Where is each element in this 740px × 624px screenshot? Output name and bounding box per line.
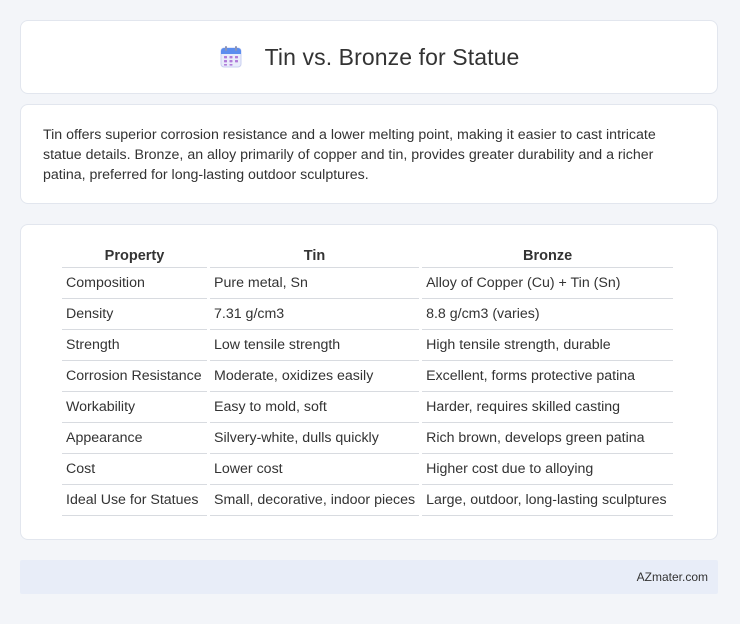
- footer: AZmater.com: [20, 560, 718, 594]
- title-wrap: Tin vs. Bronze for Statue: [219, 44, 520, 71]
- tin-cell: Small, decorative, indoor pieces: [210, 485, 420, 516]
- bronze-cell: Excellent, forms protective patina: [422, 361, 674, 392]
- property-cell: Density: [62, 299, 207, 330]
- tin-cell: Easy to mold, soft: [210, 392, 420, 423]
- title-card: Tin vs. Bronze for Statue: [20, 20, 718, 94]
- tin-cell: Silvery-white, dulls quickly: [210, 423, 420, 454]
- property-cell: Corrosion Resistance: [62, 361, 207, 392]
- property-cell: Strength: [62, 330, 207, 361]
- tin-cell: Pure metal, Sn: [210, 268, 420, 299]
- property-cell: Appearance: [62, 423, 207, 454]
- comparison-table: Property Tin Bronze Composition Pure met…: [59, 245, 676, 516]
- property-cell: Workability: [62, 392, 207, 423]
- property-cell: Ideal Use for Statues: [62, 485, 207, 516]
- footer-site-link[interactable]: AZmater.com: [637, 570, 708, 584]
- column-header-tin: Tin: [210, 245, 420, 268]
- bronze-cell: High tensile strength, durable: [422, 330, 674, 361]
- table-header-row: Property Tin Bronze: [62, 245, 674, 268]
- table-row: Composition Pure metal, Sn Alloy of Copp…: [62, 268, 674, 299]
- bronze-cell: Alloy of Copper (Cu) + Tin (Sn): [422, 268, 674, 299]
- tin-cell: 7.31 g/cm3: [210, 299, 420, 330]
- bronze-cell: 8.8 g/cm3 (varies): [422, 299, 674, 330]
- tin-cell: Lower cost: [210, 454, 420, 485]
- bronze-cell: Large, outdoor, long-lasting sculptures: [422, 485, 674, 516]
- bronze-cell: Harder, requires skilled casting: [422, 392, 674, 423]
- property-cell: Composition: [62, 268, 207, 299]
- table-row: Workability Easy to mold, soft Harder, r…: [62, 392, 674, 423]
- property-cell: Cost: [62, 454, 207, 485]
- table-card: Property Tin Bronze Composition Pure met…: [20, 224, 718, 540]
- column-header-property: Property: [62, 245, 207, 268]
- column-header-bronze: Bronze: [422, 245, 674, 268]
- table-row: Density 7.31 g/cm3 8.8 g/cm3 (varies): [62, 299, 674, 330]
- table-row: Corrosion Resistance Moderate, oxidizes …: [62, 361, 674, 392]
- tin-cell: Moderate, oxidizes easily: [210, 361, 420, 392]
- table-row: Appearance Silvery-white, dulls quickly …: [62, 423, 674, 454]
- tin-cell: Low tensile strength: [210, 330, 420, 361]
- table-row: Strength Low tensile strength High tensi…: [62, 330, 674, 361]
- summary-card: Tin offers superior corrosion resistance…: [20, 104, 718, 204]
- page-title: Tin vs. Bronze for Statue: [264, 43, 520, 70]
- bronze-cell: Higher cost due to alloying: [422, 454, 674, 485]
- table-row: Ideal Use for Statues Small, decorative,…: [62, 485, 674, 516]
- calendar-icon: [220, 46, 242, 68]
- table-row: Cost Lower cost Higher cost due to alloy…: [62, 454, 674, 485]
- bronze-cell: Rich brown, develops green patina: [422, 423, 674, 454]
- summary-text: Tin offers superior corrosion resistance…: [43, 127, 656, 183]
